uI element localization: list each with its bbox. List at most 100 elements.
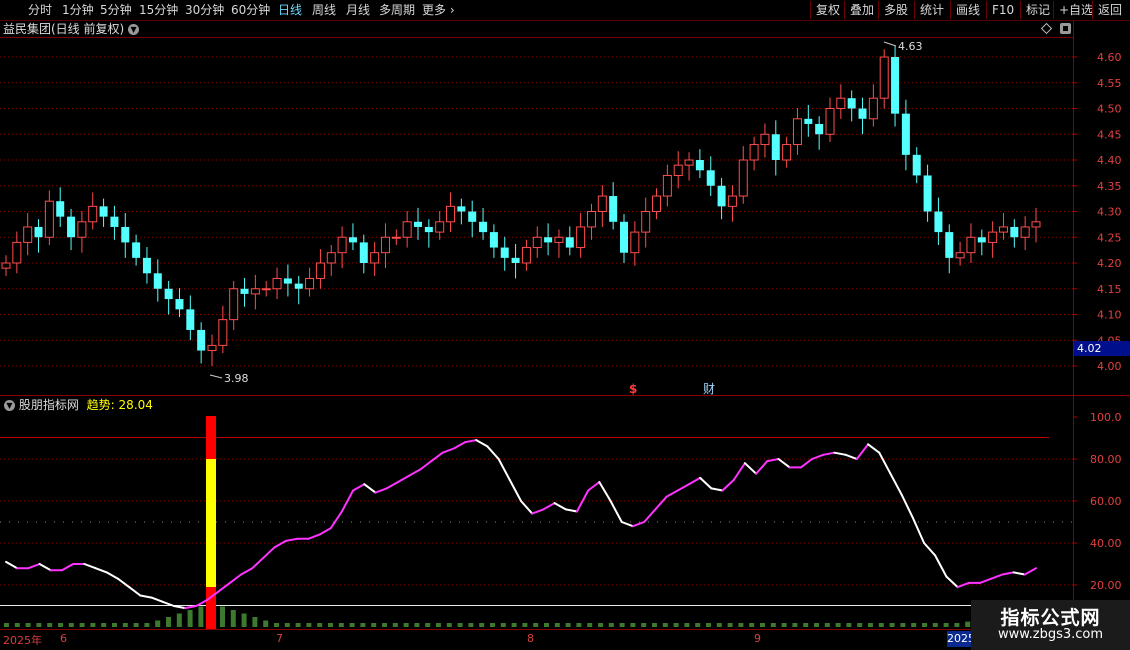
trend-segment: [542, 502, 556, 511]
histogram-bar: [911, 623, 917, 627]
candle-body-down: [901, 113, 910, 155]
trend-segment: [452, 441, 467, 450]
candle-body-up: [370, 252, 380, 264]
candle-body-up: [77, 221, 87, 238]
candle-body-down: [153, 273, 162, 289]
histogram-bar: [943, 623, 949, 627]
histogram-bar: [317, 623, 323, 627]
year-label: 2025年: [3, 634, 42, 647]
candle-body-down: [717, 185, 726, 207]
indicator-name: 股朋指标网: [18, 398, 79, 412]
trend-segment: [1012, 571, 1026, 576]
price-gridlines: [0, 56, 1073, 367]
trend-segment: [217, 581, 231, 593]
trend-segment: [676, 483, 690, 492]
histogram-bar: [889, 623, 895, 627]
candle-body-up: [1031, 221, 1041, 228]
histogram-bar: [403, 623, 409, 627]
trend-segment: [631, 521, 646, 528]
histogram-bar: [479, 623, 485, 627]
candle-body-up: [272, 277, 282, 290]
high-label: 4.63: [898, 40, 923, 53]
histogram-bar: [4, 623, 9, 627]
financial-event-marker[interactable]: 财: [703, 382, 715, 396]
histogram-bar: [436, 623, 441, 627]
histogram-bar: [673, 623, 679, 627]
candle-body-down: [175, 299, 184, 310]
trend-segment: [83, 563, 97, 570]
candle-body-up: [435, 221, 445, 233]
trend-segment: [1001, 571, 1015, 576]
histogram-bar: [392, 623, 398, 627]
candle-body-down: [359, 242, 368, 263]
trend-segment: [531, 508, 545, 515]
trend-segment: [777, 458, 791, 469]
histogram-bar: [630, 623, 636, 627]
panel-toggle-icon[interactable]: [1060, 23, 1071, 34]
candle-body-up: [446, 205, 456, 223]
histogram-bar: [68, 623, 74, 627]
candle-body-up: [760, 133, 770, 146]
histogram-bar: [824, 623, 830, 627]
histogram-bar: [544, 623, 549, 627]
candle-body-down: [164, 288, 173, 300]
indicator-gridlines: [0, 458, 1073, 586]
trend-segment: [240, 567, 254, 576]
histogram-bar: [295, 623, 301, 627]
chevron-down-icon[interactable]: ▼: [4, 400, 15, 411]
histogram-bar: [112, 623, 117, 627]
price-tick-label: 4.20: [1097, 257, 1122, 270]
candle-body-up: [652, 195, 662, 213]
dividend-event-marker[interactable]: $: [629, 382, 637, 396]
histogram-bar: [468, 623, 474, 627]
histogram-bar: [695, 623, 701, 627]
candle-body-down: [695, 160, 704, 171]
candle-body-up: [684, 159, 694, 166]
candle-body-down: [132, 242, 141, 258]
trend-segment: [923, 542, 937, 557]
histogram-bar: [846, 623, 852, 627]
trend-segment: [329, 510, 343, 530]
histogram-bar: [47, 623, 53, 627]
candle-body-down: [565, 237, 574, 248]
trend-segment: [564, 508, 578, 513]
histogram-bar: [371, 623, 377, 627]
trend-segment: [396, 474, 411, 484]
candle-body-down: [240, 288, 249, 294]
candle-body-down: [110, 216, 119, 227]
histogram-bar: [25, 623, 31, 627]
trend-segment: [889, 472, 903, 496]
candle-body-up: [305, 277, 315, 290]
trend-segment: [665, 489, 679, 498]
histogram-bar: [263, 620, 269, 627]
histogram-bar: [878, 623, 884, 627]
trend-segment: [172, 605, 187, 610]
watermark: 指标公式网 www.zbgs3.com: [971, 600, 1130, 650]
trend-segment: [1023, 567, 1037, 576]
histogram-bar: [382, 623, 387, 627]
trend-segment: [508, 479, 522, 502]
candle-body-up: [207, 344, 217, 352]
price-tick-label: 4.15: [1097, 283, 1122, 296]
trend-segment: [475, 439, 489, 448]
candle-body-up: [532, 236, 542, 249]
trend-segment: [486, 445, 500, 460]
trend-segment: [307, 533, 321, 540]
histogram-bar: [349, 623, 355, 627]
month-label-8: 8: [527, 632, 534, 645]
histogram-bar: [954, 623, 960, 627]
diamond-icon[interactable]: [1040, 22, 1053, 35]
histogram-bar: [133, 623, 139, 627]
indicator-header: ▼ 股朋指标网 趋势: 28.04: [4, 398, 153, 413]
histogram-bar: [608, 623, 614, 627]
trend-segment: [643, 508, 657, 523]
trend-segment: [385, 481, 399, 490]
signal-bar-red-top: [206, 416, 216, 459]
candle-body-down: [121, 226, 130, 243]
candle-body-down: [99, 206, 108, 217]
trend-segment: [520, 500, 534, 515]
histogram-bar: [414, 623, 420, 627]
indicator-tick-label: 40.00: [1090, 537, 1122, 550]
trend-segment: [979, 577, 993, 584]
candle-body-up: [1020, 226, 1030, 238]
